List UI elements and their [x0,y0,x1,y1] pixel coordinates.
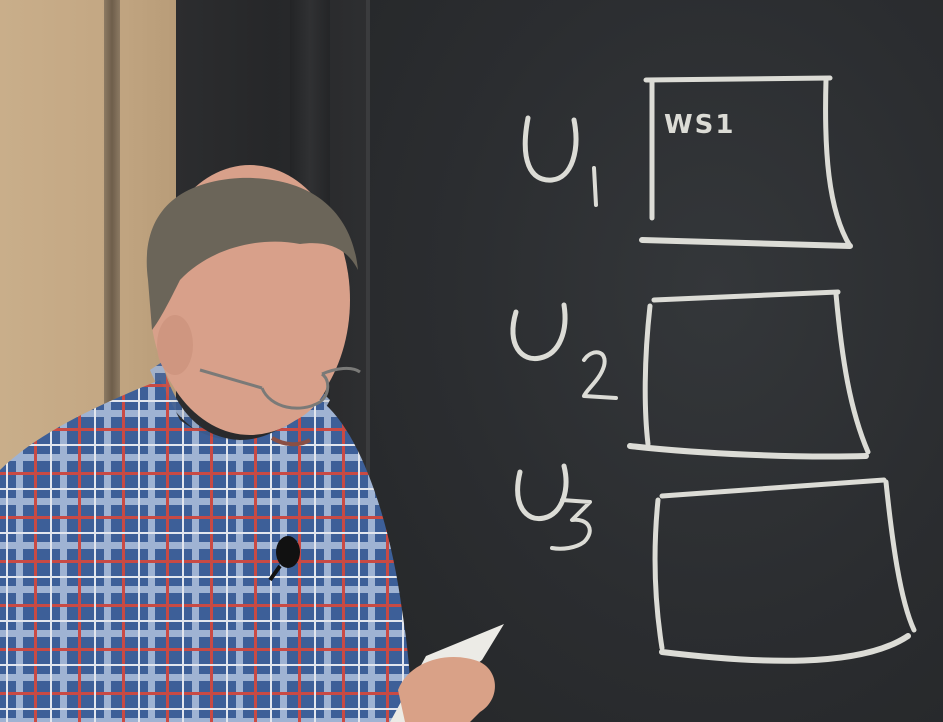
lecture-scene: WS1 [0,0,943,722]
lecturer [0,165,504,722]
hand [398,657,495,722]
ear [157,315,193,375]
